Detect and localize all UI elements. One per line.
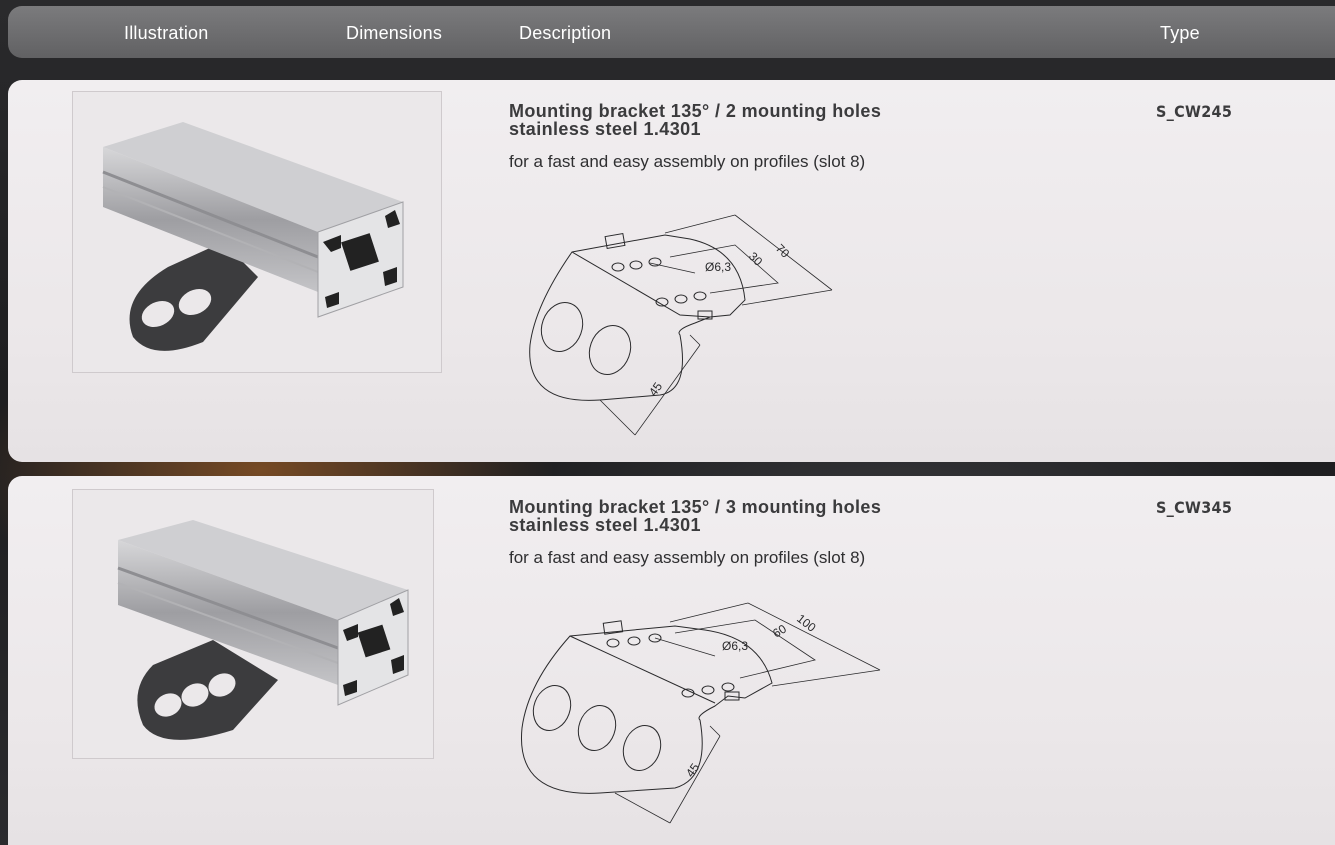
header-description: Description (519, 23, 612, 43)
dim-hole-1: Ø6,3 (705, 260, 731, 274)
dim-length-2: 100 (794, 611, 819, 635)
product-description-2: for a fast and easy assembly on profiles… (509, 548, 866, 567)
dim-spacing-1: 30 (746, 249, 766, 269)
product-illustration-2 (72, 489, 434, 759)
product-title-1-line1: Mounting bracket 135° / 2 mounting holes (509, 101, 882, 121)
dim-spacing-2: 60 (770, 621, 789, 640)
header-type: Type (1160, 23, 1200, 43)
dimension-drawing-2: 100 60 Ø6,3 45 (520, 602, 881, 824)
dim-hole-2: Ø6,3 (722, 639, 748, 653)
product-title-1-line2: stainless steel 1.4301 (509, 119, 701, 139)
table-header: Illustration Dimensions Description Type (8, 6, 1335, 58)
product-description-1: for a fast and easy assembly on profiles… (509, 152, 866, 171)
product-title-1: Mounting bracket 135° / 2 mounting holes… (509, 102, 881, 138)
product-type-1[interactable]: S_CW245 (1156, 102, 1232, 121)
header-illustration: Illustration (124, 23, 209, 43)
product-title-2: Mounting bracket 135° / 3 mounting holes… (509, 498, 881, 534)
product-illustration-1 (72, 91, 442, 373)
header-dimensions: Dimensions (346, 23, 443, 43)
dim-length-1: 70 (773, 241, 793, 261)
dimension-drawing-1: 70 30 Ø6,3 45 (529, 214, 833, 436)
product-type-2[interactable]: S_CW345 (1156, 498, 1232, 517)
product-title-2-line1: Mounting bracket 135° / 3 mounting holes (509, 497, 882, 517)
product-title-2-line2: stainless steel 1.4301 (509, 515, 701, 535)
